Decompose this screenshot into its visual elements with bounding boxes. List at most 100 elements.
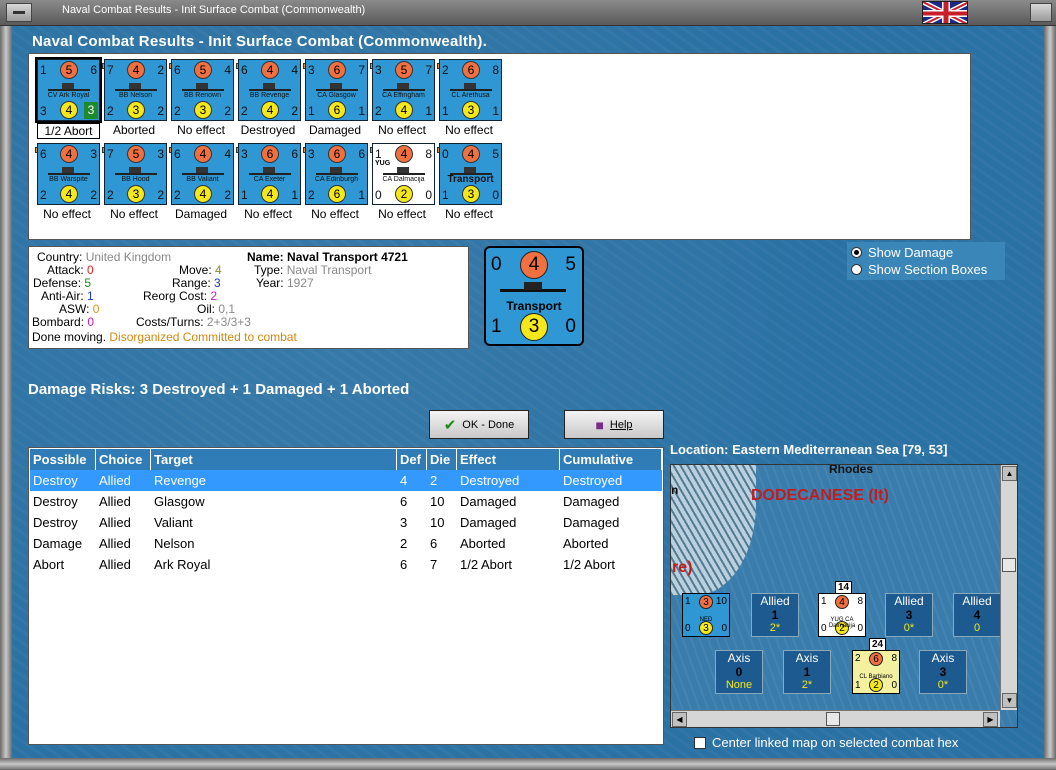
side-label: Allied [962, 594, 992, 608]
unit-result: Destroyed [240, 123, 296, 137]
table-cell: 6 [400, 557, 408, 572]
ok-done-button[interactable]: ✔ OK - Done [429, 410, 529, 439]
scroll-up-arrow-icon[interactable]: ▲ [1002, 466, 1017, 481]
table-cell: Revenge [154, 473, 207, 488]
counter-value-bc: 6 [328, 185, 346, 203]
unit-name: YUG CA Dalmacija [828, 617, 856, 629]
unit-cell[interactable]: 3 6 6 2 6 1 CA Edinburgh No effect [301, 140, 369, 224]
help-button[interactable]: ■ Help [564, 410, 664, 439]
counter-value-tr: 6 [291, 147, 298, 161]
map-horizontal-scrollbar[interactable]: ◀ ▶ [671, 710, 1000, 727]
table-cell: Allied [99, 494, 131, 509]
side-sub: 2* [801, 679, 813, 691]
unit-counter[interactable]: 6 4 3 2 4 2 BB Warspite [37, 143, 100, 205]
counter-value-bl: 1 [308, 104, 315, 118]
ship-icon [249, 83, 291, 91]
unit-counter[interactable]: 0 4 5 1 3 0 Transport [439, 143, 502, 205]
damage-risks-text: Damage Risks: 3 Destroyed + 1 Damaged + … [28, 381, 410, 398]
column-header-possible[interactable]: Possible [30, 449, 96, 470]
counter-value-bl: 2 [40, 188, 47, 202]
show-damage-radio[interactable]: Show Damage [851, 245, 953, 260]
title-bar: Naval Combat Results - Init Surface Comb… [0, 0, 1056, 26]
horizontal-scroll-thumb[interactable] [826, 712, 840, 726]
country-row: Country: United Kingdom [37, 250, 172, 264]
close-window-button[interactable] [1030, 3, 1052, 22]
allied-strength-box: Allied 4 0 [953, 593, 1001, 637]
combat-results-table: Possible Choice Target Def Die Effect Cumulati… [28, 447, 664, 745]
unit-result: No effect [378, 123, 426, 137]
table-row[interactable]: Destroy Allied Revenge 4 2 Destroyed Destroyed [30, 470, 662, 491]
unit-result: No effect [177, 123, 225, 137]
unit-counter[interactable]: 3 6 7 1 6 1 CA Glasgow [305, 59, 368, 121]
unit-counter[interactable]: 2 6 8 1 3 1 CL Arethusa [439, 59, 502, 121]
table-row[interactable]: Abort Allied Ark Royal 6 7 1/2 Abort 1/2 Abort [30, 554, 662, 575]
hex-map[interactable]: Rhodes DODECANESE (It) re) n 1 3 10 0 3 0 NED 1… [670, 464, 1018, 728]
vertical-scroll-thumb[interactable] [1002, 558, 1016, 572]
unit-cell[interactable]: 6 4 3 2 4 2 BB Warspite No effect [33, 140, 101, 224]
unit-counter[interactable]: 6 5 4 2 3 2 BB Renown [171, 59, 234, 121]
table-cell: Nelson [154, 536, 195, 551]
unit-counter[interactable]: 1 5 6 3 4 3 CV Ark Royal [35, 57, 102, 123]
system-menu-button[interactable] [6, 3, 32, 22]
oil-row: Oil: 0,1 [197, 302, 236, 316]
checkbox-box[interactable] [694, 736, 706, 749]
counter-value-tr: 6 [90, 63, 97, 77]
show-section-boxes-radio[interactable]: Show Section Boxes [851, 262, 987, 277]
column-header-choice[interactable]: Choice [96, 449, 151, 470]
scroll-right-arrow-icon[interactable]: ▶ [983, 712, 998, 727]
counter-value-tc: 4 [194, 145, 212, 163]
counter-value-bl: 2 [174, 104, 181, 118]
unit-counter[interactable]: 7 4 2 2 3 2 BB Nelson [104, 59, 167, 121]
unit-result: No effect [311, 207, 359, 221]
side-sub: 0* [937, 679, 949, 691]
column-header-target[interactable]: Target [151, 449, 397, 470]
counter-value-tr: 2 [157, 63, 164, 77]
side-value: 4 [973, 608, 981, 622]
column-header-die[interactable]: Die [427, 449, 457, 470]
counter-value-bc: 4 [261, 185, 279, 203]
unit-counter[interactable]: 3 6 6 1 4 1 CA Exeter [238, 143, 301, 205]
unit-counter[interactable]: 1 4 8 0 2 0 YUG CA Dalmacija [372, 143, 435, 205]
table-row[interactable]: Destroy Allied Valiant 3 10 Damaged Damaged [30, 512, 662, 533]
unit-cell[interactable]: 3 6 6 1 4 1 CA Exeter No effect [234, 140, 302, 224]
table-row[interactable]: Damage Allied Nelson 2 6 Aborted Aborted [30, 533, 662, 554]
reorg-row: Reorg Cost: 2 [143, 289, 218, 303]
scroll-down-arrow-icon[interactable]: ▼ [1002, 693, 1017, 708]
counter-value-tl: 3 [241, 147, 248, 161]
column-header-cumulative[interactable]: Cumulative [560, 449, 662, 470]
ship-icon [182, 167, 224, 175]
unit-counter[interactable]: 3 6 6 2 6 1 CA Edinburgh [305, 143, 368, 205]
column-header-def[interactable]: Def [397, 449, 427, 470]
unit-cell[interactable]: 2 6 8 1 3 1 CL Arethusa No effect [435, 56, 503, 140]
map-vertical-scrollbar[interactable]: ▲ ▼ [1000, 465, 1017, 710]
unit-info-panel: Country: United Kingdom Attack: 0 Defens… [28, 246, 469, 349]
center-linked-map-checkbox[interactable]: Center linked map on selected combat hex [694, 735, 958, 750]
unit-cell[interactable]: 6 5 4 2 3 2 BB Renown No effect [167, 56, 235, 140]
unit-cell[interactable]: 1 5 6 3 4 3 CV Ark Royal 1/2 Abort [33, 56, 102, 140]
counter-value-bc: 3 [462, 185, 480, 203]
type-row: Type: Naval Transport [254, 263, 372, 277]
unit-counter[interactable]: 6 4 4 2 4 2 BB Valiant [171, 143, 234, 205]
table-row[interactable]: Destroy Allied Glasgow 6 10 Damaged Damaged [30, 491, 662, 512]
unit-counter[interactable]: 7 5 3 2 3 2 BB Hood [104, 143, 167, 205]
unit-cell[interactable]: 1 4 8 0 2 0 YUG CA Dalmacija No effect [368, 140, 436, 224]
unit-counter[interactable]: 6 4 4 2 4 2 BB Revenge [238, 59, 301, 121]
unit-cell[interactable]: 7 4 2 2 3 2 BB Nelson Aborted [100, 56, 168, 140]
scroll-left-arrow-icon[interactable]: ◀ [672, 712, 687, 727]
unit-cell[interactable]: 6 4 4 2 4 2 BB Valiant Damaged [167, 140, 235, 224]
counter-value-tc: 4 [261, 61, 279, 79]
column-header-effect[interactable]: Effect [457, 449, 560, 470]
unit-counter[interactable]: 3 5 7 2 4 1 CA Effingham [372, 59, 435, 121]
counter-value-bl: 3 [40, 104, 47, 118]
unit-cell[interactable]: 3 5 7 2 4 1 CA Effingham No effect [368, 56, 436, 140]
unit-cell[interactable]: 6 4 4 2 4 2 BB Revenge Destroyed [234, 56, 302, 140]
costs-row: Costs/Turns: 2+3/3+3 [136, 315, 251, 329]
display-options: Show Damage Show Section Boxes [847, 242, 1005, 280]
unit-cell[interactable]: 3 6 7 1 6 1 CA Glasgow Damaged [301, 56, 369, 140]
map-unit-counter[interactable]: 1 4 8 0 2 0 YUG CA Dalmacija [818, 593, 866, 637]
map-unit-counter[interactable]: 1 3 10 0 3 0 NED [682, 593, 730, 637]
map-unit-counter[interactable]: 2 6 8 1 2 0 CL Barbiano [852, 650, 900, 694]
counter-value-tc: 6 [328, 61, 346, 79]
unit-cell[interactable]: 0 4 5 1 3 0 Transport No effect [435, 140, 503, 224]
unit-cell[interactable]: 7 5 3 2 3 2 BB Hood No effect [100, 140, 168, 224]
